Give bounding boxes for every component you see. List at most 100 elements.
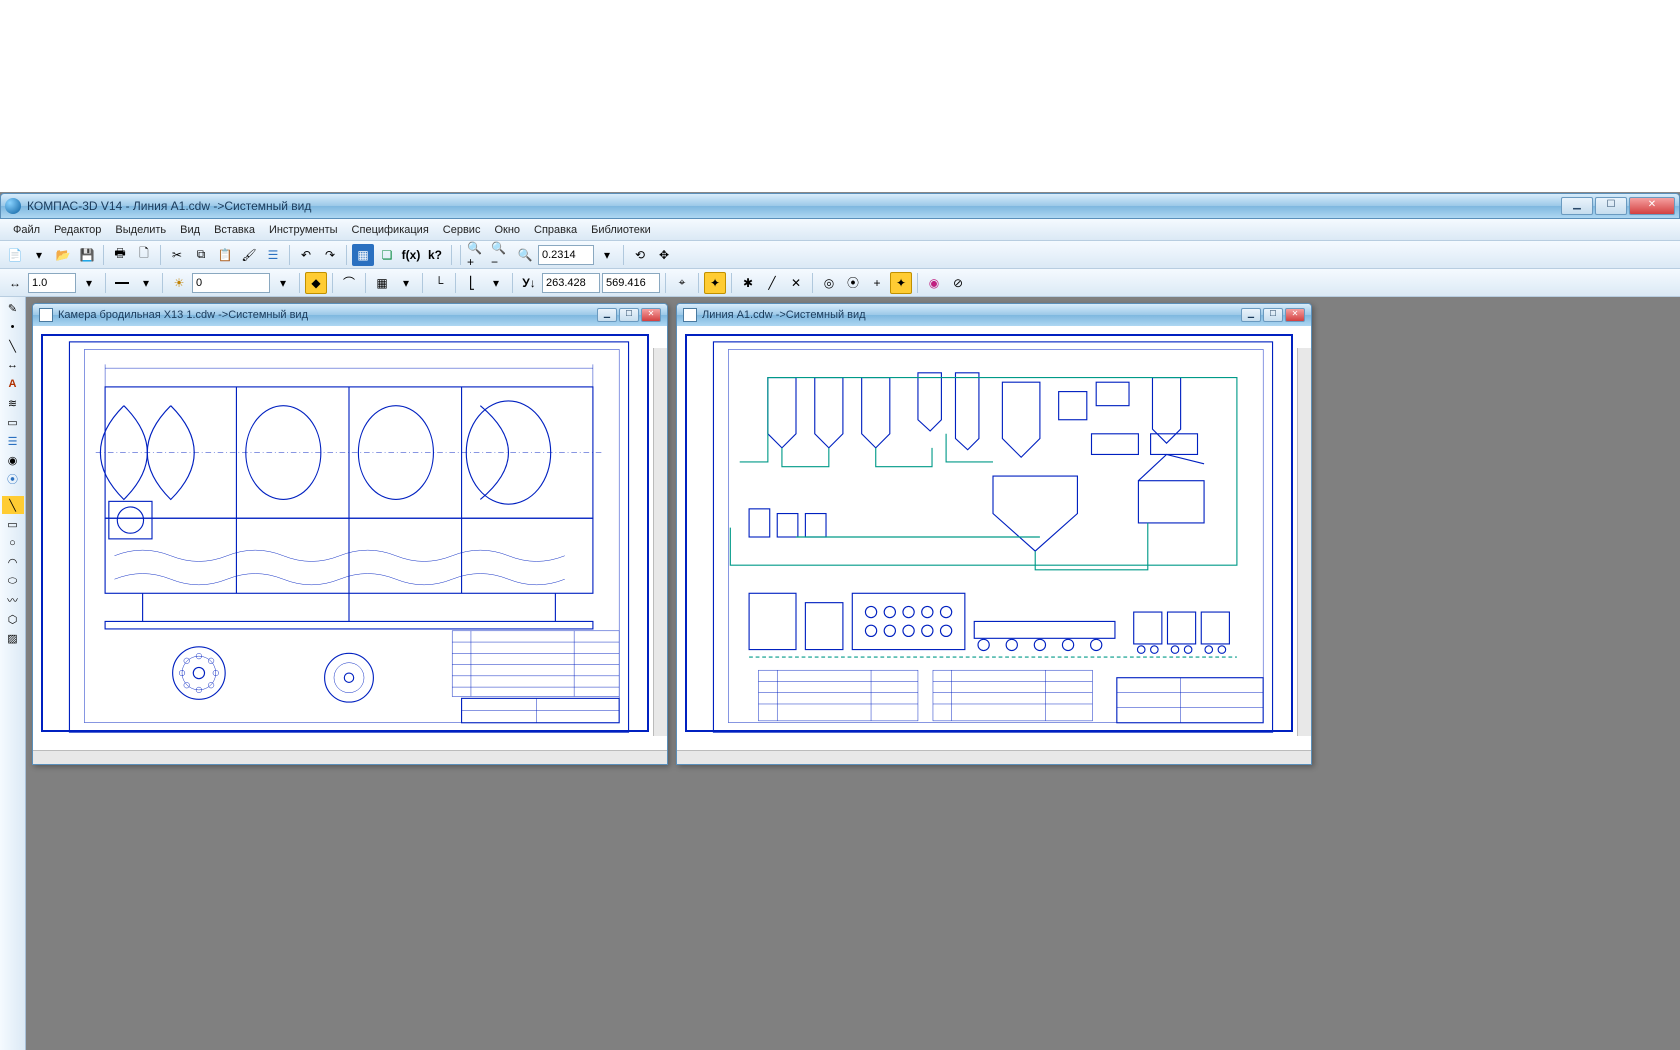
doc1-minimize-button[interactable]: ▁ <box>597 308 617 322</box>
coord-y-input[interactable] <box>602 273 660 293</box>
step-button[interactable]: ↔ <box>4 272 26 294</box>
maximize-button[interactable]: ☐ <box>1595 197 1627 215</box>
grid-button[interactable]: ▦ <box>371 272 393 294</box>
zoom-input[interactable] <box>538 245 594 265</box>
palette-snap-icon[interactable]: ⦿ <box>2 470 24 488</box>
snap-tangent-icon[interactable]: ⦿ <box>842 272 864 294</box>
open-button[interactable]: 📂 <box>52 244 74 266</box>
print-preview-button[interactable]: 🗋 <box>133 244 155 266</box>
snap-midpoint-icon[interactable]: ╱ <box>761 272 783 294</box>
doc2-canvas[interactable] <box>677 326 1311 750</box>
menu-view[interactable]: Вид <box>173 222 207 238</box>
doc1-title-bar[interactable]: Камера бродильная Х13 1.cdw ->Системный … <box>33 304 667 326</box>
variables-button[interactable]: ❏ <box>376 244 398 266</box>
doc1-maximize-button[interactable]: ☐ <box>619 308 639 322</box>
ortho-mode-button[interactable]: └ <box>428 272 450 294</box>
palette-text-icon[interactable]: A <box>2 375 24 393</box>
palette-spline-icon[interactable]: 〰 <box>2 591 24 609</box>
palette-polygon-icon[interactable]: ⬡ <box>2 610 24 628</box>
menu-editor[interactable]: Редактор <box>47 222 108 238</box>
menu-insert[interactable]: Вставка <box>207 222 262 238</box>
doc1-hscrollbar[interactable] <box>33 750 667 764</box>
menu-spec[interactable]: Спецификация <box>345 222 436 238</box>
redraw-button[interactable]: ⟲ <box>629 244 651 266</box>
snap-enable-button[interactable]: ⌖ <box>671 272 693 294</box>
properties-button[interactable]: ☰ <box>262 244 284 266</box>
layer-input[interactable] <box>192 273 270 293</box>
menu-libraries[interactable]: Библиотеки <box>584 222 658 238</box>
save-button[interactable]: 💾 <box>76 244 98 266</box>
palette-line-icon[interactable]: ╲ <box>2 337 24 355</box>
palette-table-icon[interactable]: ☰ <box>2 432 24 450</box>
snap-center-icon[interactable]: ◎ <box>818 272 840 294</box>
layer-button[interactable]: ☀ <box>168 272 190 294</box>
snap-perp-icon[interactable]: + <box>866 272 888 294</box>
menu-file[interactable]: Файл <box>6 222 47 238</box>
menu-window[interactable]: Окно <box>487 222 527 238</box>
palette-dimension-icon[interactable]: ↔ <box>2 356 24 374</box>
palette-arc-icon[interactable]: ◠ <box>2 553 24 571</box>
doc2-minimize-button[interactable]: ▁ <box>1241 308 1261 322</box>
menu-tools[interactable]: Инструменты <box>262 222 345 238</box>
new-dropdown[interactable]: ▾ <box>28 244 50 266</box>
redo-button[interactable]: ↷ <box>319 244 341 266</box>
paste-button[interactable]: 📋 <box>214 244 236 266</box>
doc2-maximize-button[interactable]: ☐ <box>1263 308 1283 322</box>
copy-button[interactable]: ⧉ <box>190 244 212 266</box>
close-button[interactable]: ✕ <box>1629 197 1675 215</box>
doc1-canvas[interactable] <box>33 326 667 750</box>
local-cs-button[interactable]: ⎣ <box>461 272 483 294</box>
palette-ellipse-icon[interactable]: ⬭ <box>2 572 24 590</box>
coord-mode-button[interactable]: У↓ <box>518 272 540 294</box>
mdi-area: Камера бродильная Х13 1.cdw ->Системный … <box>26 297 1680 1050</box>
ortho-button[interactable]: ◆ <box>305 272 327 294</box>
print-button[interactable]: 🖶 <box>109 244 131 266</box>
palette-hatch-icon[interactable]: ▨ <box>2 629 24 647</box>
menu-select[interactable]: Выделить <box>108 222 173 238</box>
undo-button[interactable]: ↶ <box>295 244 317 266</box>
menu-service[interactable]: Сервис <box>436 222 488 238</box>
doc2-vscrollbar[interactable] <box>1297 348 1311 736</box>
pan-button[interactable]: ✥ <box>653 244 675 266</box>
palette-circle-icon[interactable]: ○ <box>2 534 24 552</box>
snap-nearest-icon[interactable]: ✦ <box>890 272 912 294</box>
grid-dropdown[interactable]: ▾ <box>395 272 417 294</box>
doc2-hscrollbar[interactable] <box>677 750 1311 764</box>
palette-symbol-icon[interactable]: ≋ <box>2 394 24 412</box>
palette-rect-icon[interactable]: ▭ <box>2 515 24 533</box>
zoom-out-button[interactable]: 🔍− <box>490 244 512 266</box>
manager-button[interactable]: ▦ <box>352 244 374 266</box>
snap-intersect-icon[interactable]: ✕ <box>785 272 807 294</box>
format-painter-button[interactable]: 🖌 <box>238 244 260 266</box>
palette-point-icon[interactable]: • <box>2 318 24 336</box>
doc2-close-button[interactable]: ✕ <box>1285 308 1305 322</box>
palette-view-icon[interactable]: ◉ <box>2 451 24 469</box>
doc1-vscrollbar[interactable] <box>653 348 667 736</box>
linestyle-dropdown[interactable]: ▾ <box>135 272 157 294</box>
local-cs-dropdown[interactable]: ▾ <box>485 272 507 294</box>
menu-help[interactable]: Справка <box>527 222 584 238</box>
coord-x-input[interactable] <box>542 273 600 293</box>
snap-toggle-button[interactable]: ✦ <box>704 272 726 294</box>
zoom-in-button[interactable]: 🔍+ <box>466 244 488 266</box>
scale-dropdown[interactable]: ▾ <box>78 272 100 294</box>
snap-endpoint-icon[interactable]: ✱ <box>737 272 759 294</box>
scale-input[interactable] <box>28 273 76 293</box>
fx-button[interactable]: f(x) <box>400 244 422 266</box>
round-button[interactable]: ⌒ <box>338 272 360 294</box>
linestyle-button[interactable] <box>111 272 133 294</box>
zoom-dropdown[interactable]: ▾ <box>596 244 618 266</box>
zoom-window-button[interactable]: 🔍 <box>514 244 536 266</box>
palette-edit-icon[interactable]: ▭ <box>2 413 24 431</box>
doc1-close-button[interactable]: ✕ <box>641 308 661 322</box>
doc2-title-bar[interactable]: Линия A1.cdw ->Системный вид ▁ ☐ ✕ <box>677 304 1311 326</box>
palette-segment-icon[interactable]: ╲ <box>2 496 24 514</box>
snap-off-icon[interactable]: ⊘ <box>947 272 969 294</box>
snap-param-icon[interactable]: ◉ <box>923 272 945 294</box>
layer-dropdown[interactable]: ▾ <box>272 272 294 294</box>
minimize-button[interactable]: ▁ <box>1561 197 1593 215</box>
help-cursor-button[interactable]: k? <box>424 244 446 266</box>
cut-button[interactable]: ✂ <box>166 244 188 266</box>
palette-geometry-icon[interactable]: ✎ <box>2 299 24 317</box>
new-button[interactable]: 📄 <box>4 244 26 266</box>
